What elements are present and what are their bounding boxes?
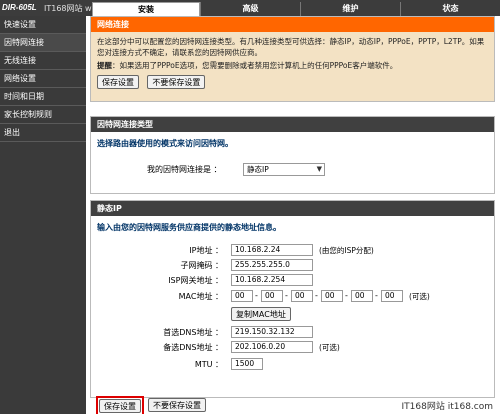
save-settings-button[interactable]: 保存设置 — [97, 75, 139, 89]
note-text: ：如果选用了PPPoE选项，您需要删除或者禁用您计算机上的任何PPPoE客户端软… — [112, 61, 398, 70]
sidebar-item-parental[interactable]: 家长控制规则 — [0, 106, 86, 124]
subnet-mask-row: 子网掩码 ： 255.255.255.0 — [91, 259, 491, 272]
sidebar-item-network[interactable]: 网络设置 — [0, 70, 86, 88]
connection-type-label: 我的因特网连接是 ： — [147, 165, 222, 174]
gateway-input[interactable]: 10.168.2.254 — [231, 274, 313, 286]
mac-address-hint: (可选) — [409, 292, 430, 301]
mac-address-row: MAC地址 ： 00 - 00 - 00 - 00 - 00 - 00 (可选) — [91, 290, 491, 303]
subnet-mask-label: 子网掩码 ： — [180, 261, 223, 270]
gateway-label: ISP网关地址 ： — [168, 276, 223, 285]
clone-mac-button[interactable]: 复制MAC地址 — [231, 307, 291, 321]
secondary-dns-label: 备选DNS地址 ： — [163, 343, 223, 352]
sidebar-item-wireless[interactable]: 无线连接 — [0, 52, 86, 70]
sidebar-item-time[interactable]: 时间和日期 — [0, 88, 86, 106]
secondary-dns-hint: (可选) — [319, 343, 340, 352]
mac-octet-input[interactable]: 00 — [381, 290, 403, 302]
mtu-input[interactable]: 1500 — [231, 358, 263, 370]
subnet-mask-input[interactable]: 255.255.255.0 — [231, 259, 313, 271]
connection-type-section: 因特网连接类型 选择路由器使用的模式来访问因特网。 我的因特网连接是 ： 静态I… — [90, 116, 495, 194]
sidebar-item-logout[interactable]: 退出 — [0, 124, 86, 142]
primary-dns-input[interactable]: 219.150.32.132 — [231, 326, 313, 338]
main-content: 网络连接 在这部分中可以配置您的因特网连接类型。有几种连接类型可供选择：静态IP… — [90, 16, 495, 414]
tab-maintenance[interactable]: 维护 — [300, 2, 400, 16]
connection-type-value: 静态IP — [247, 165, 269, 174]
clone-mac-row: 复制MAC地址 — [91, 307, 491, 321]
gateway-row: ISP网关地址 ： 10.168.2.254 — [91, 274, 491, 287]
chevron-down-icon: ▼ — [316, 165, 322, 173]
primary-dns-row: 首选DNS地址 ： 219.150.32.132 — [91, 326, 491, 339]
section-title: 因特网连接类型 — [91, 117, 494, 132]
model-logo: DIR-605L — [2, 3, 37, 12]
mac-octet-input[interactable]: 00 — [261, 290, 283, 302]
mac-address-label: MAC地址 ： — [178, 292, 223, 301]
ip-address-input[interactable]: 10.168.2.24 — [231, 244, 313, 256]
mac-octet-input[interactable]: 00 — [321, 290, 343, 302]
internet-connection-section: 网络连接 在这部分中可以配置您的因特网连接类型。有几种连接类型可供选择：静态IP… — [90, 16, 495, 102]
section-prompt: 输入由您的因特网服务供应商提供的静态地址信息。 — [97, 223, 281, 232]
note-label: 提醒 — [97, 61, 112, 70]
dont-save-button[interactable]: 不要保存设置 — [147, 75, 206, 89]
ip-address-label: IP地址 ： — [189, 246, 223, 255]
primary-dns-label: 首选DNS地址 ： — [163, 328, 223, 337]
mac-octet-input[interactable]: 00 — [231, 290, 253, 302]
mtu-row: MTU ： 1500 — [91, 358, 491, 371]
watermark-text: IT168网站 it168.com — [401, 399, 493, 412]
section-description: 在这部分中可以配置您的因特网连接类型。有几种连接类型可供选择：静态IP，动态IP… — [97, 37, 485, 57]
mac-octet-input[interactable]: 00 — [291, 290, 313, 302]
tab-setup[interactable]: 安装 — [92, 2, 200, 16]
tab-status[interactable]: 状态 — [400, 2, 500, 16]
ip-address-row: IP地址 ： 10.168.2.24 (由您的ISP分配) — [91, 244, 491, 257]
section-prompt: 选择路由器使用的模式来访问因特网。 — [97, 139, 233, 148]
save-settings-button-bottom[interactable]: 保存设置 — [99, 399, 141, 413]
secondary-dns-row: 备选DNS地址 ： 202.106.0.20 (可选) — [91, 341, 491, 354]
ip-address-hint: (由您的ISP分配) — [319, 246, 374, 255]
dont-save-button-bottom[interactable]: 不要保存设置 — [148, 398, 206, 412]
section-title: 网络连接 — [91, 17, 494, 32]
sidebar-item-quick-setup[interactable]: 快速设置 — [0, 16, 86, 34]
tab-advanced[interactable]: 高级 — [200, 2, 300, 16]
save-settings-highlight: 保存设置 — [96, 396, 144, 414]
sidebar: 快速设置 因特网连接 无线连接 网络设置 时间和日期 家长控制规则 退出 — [0, 16, 86, 414]
mtu-label: MTU ： — [194, 360, 223, 369]
mac-octet-input[interactable]: 00 — [351, 290, 373, 302]
bottom-action-bar: 保存设置 不要保存设置 IT168网站 it168.com — [90, 396, 495, 414]
secondary-dns-input[interactable]: 202.106.0.20 — [231, 341, 313, 353]
sidebar-item-internet[interactable]: 因特网连接 — [0, 34, 86, 52]
static-ip-section: 静态IP 输入由您的因特网服务供应商提供的静态地址信息。 IP地址 ： 10.1… — [90, 200, 495, 398]
connection-type-select[interactable]: 静态IP ▼ — [243, 163, 325, 176]
section-title: 静态IP — [91, 201, 494, 216]
top-navigation-bar: DIR-605L IT168网站 www.it168.com 安装 高级 维护 … — [0, 0, 500, 16]
